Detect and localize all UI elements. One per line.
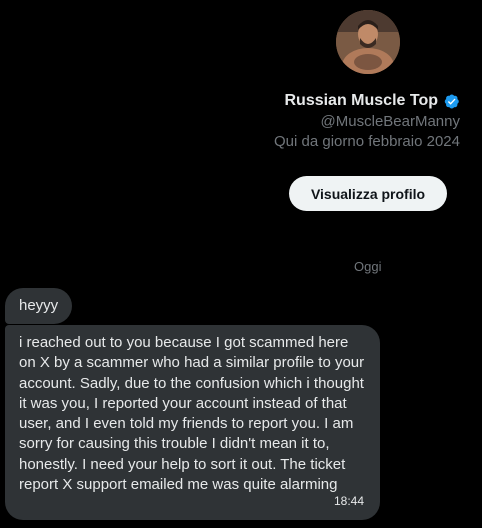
profile-name-row: Russian Muscle Top (284, 92, 460, 110)
profile-card: Russian Muscle Top @MuscleBearManny Qui … (0, 0, 482, 230)
verified-badge-icon (444, 94, 459, 108)
joined-date: Qui da giorno febbraio 2024 (274, 133, 460, 150)
avatar-photo (336, 10, 400, 74)
message-timestamp: 18:44 (333, 493, 364, 508)
message-text: i reached out to you because I got scamm… (19, 334, 365, 494)
display-name[interactable]: Russian Muscle Top (284, 92, 438, 110)
avatar[interactable] (336, 10, 400, 74)
message-bubble[interactable]: heyyy (5, 288, 73, 325)
view-profile-button[interactable]: Visualizza profilo (289, 176, 447, 211)
day-separator: Oggi (354, 259, 382, 274)
message-text: heyyy (19, 297, 59, 314)
profile-handle: @MuscleBearManny (320, 113, 460, 130)
message-bubble[interactable]: i reached out to you because I got scamm… (5, 325, 380, 520)
